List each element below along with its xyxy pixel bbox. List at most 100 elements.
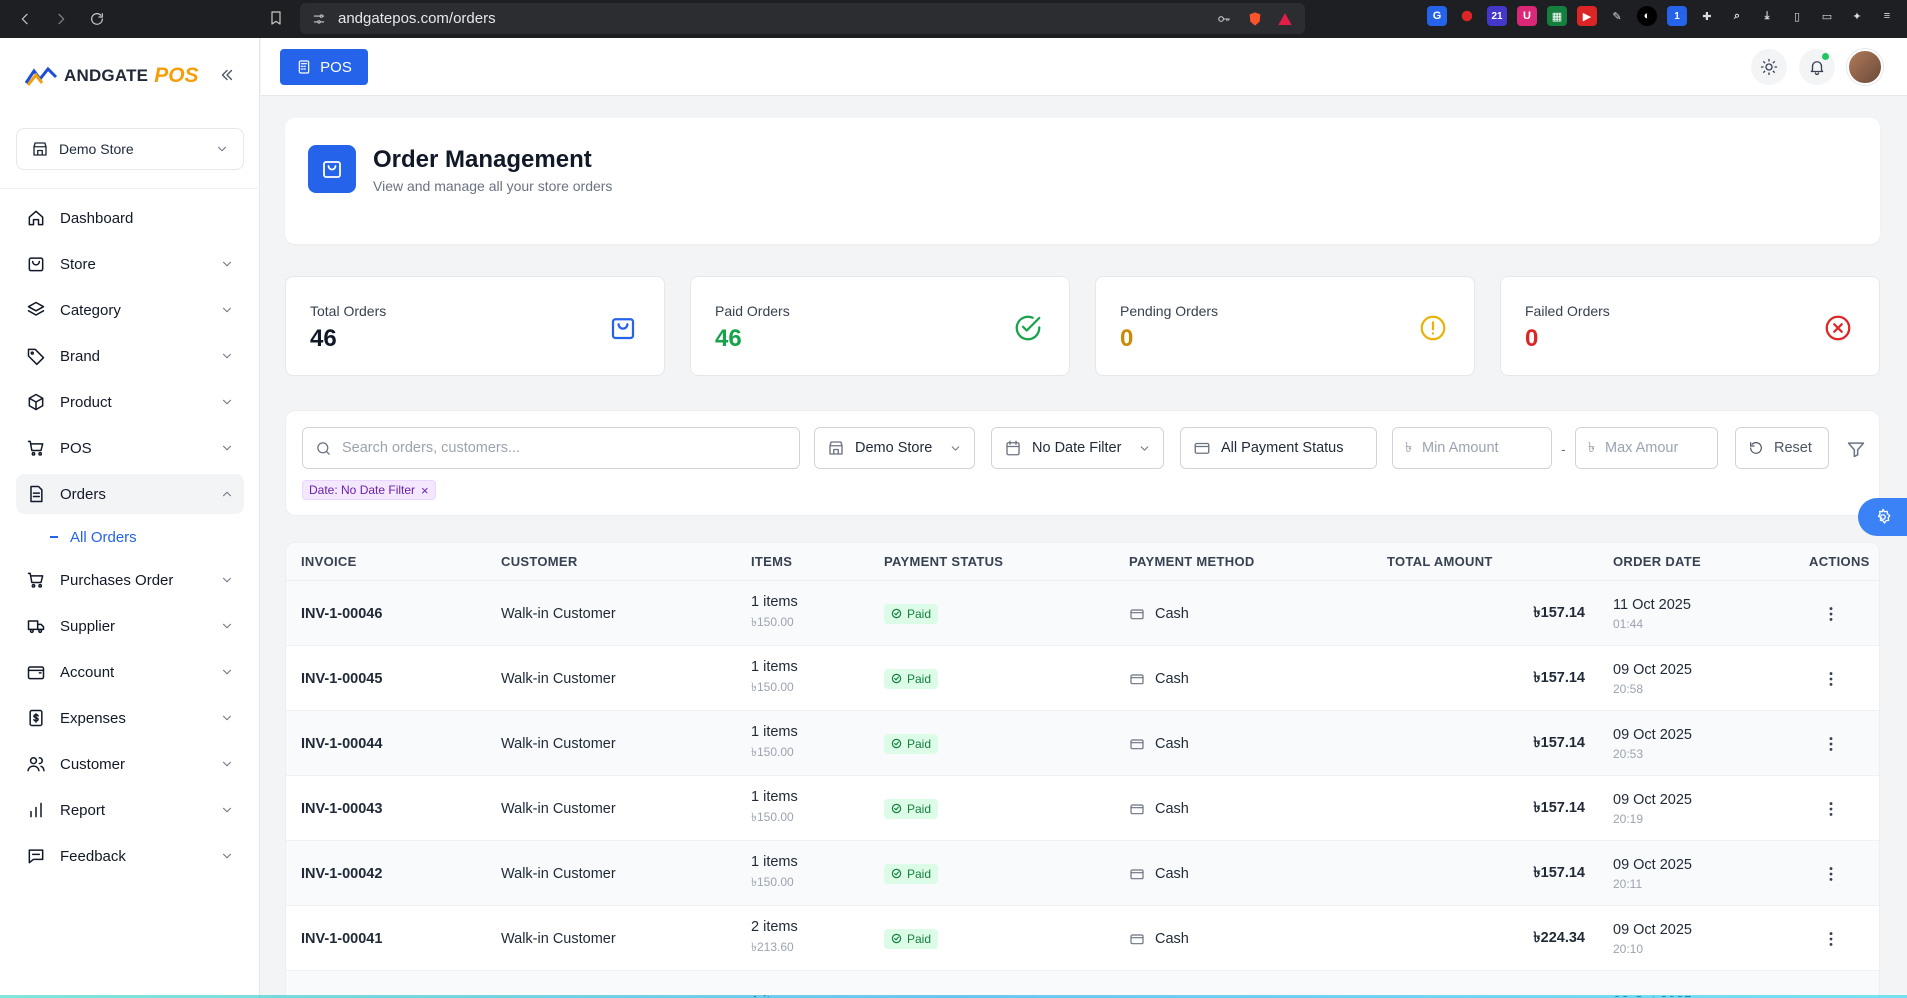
table-row[interactable]: INV-1-00044 Walk-in Customer 1 items ৳15… — [286, 711, 1879, 776]
customer-cell: Walk-in Customer — [501, 906, 616, 971]
download-icon[interactable]: ⤓ — [1757, 6, 1777, 26]
status-label: Paid — [907, 931, 932, 946]
document-icon — [26, 484, 46, 504]
forward-icon[interactable] — [50, 8, 72, 30]
column-header-payment-status[interactable]: PAYMENT STATUS — [884, 554, 1003, 569]
more-vertical-icon[interactable] — [1821, 734, 1841, 754]
app-logo[interactable]: ANDGATE POS — [24, 64, 199, 88]
status-badge: Paid — [884, 928, 939, 949]
column-header-order-date[interactable]: ORDER DATE — [1613, 554, 1701, 569]
sidebar-item-expenses[interactable]: Expenses — [16, 698, 244, 738]
store-filter-select[interactable]: Demo Store — [814, 427, 975, 469]
total-amount-cell: ৳157.14 — [1387, 711, 1585, 776]
notifications-button[interactable] — [1799, 49, 1835, 85]
bell-icon — [1808, 58, 1826, 76]
picker-extension-icon[interactable]: ✎ — [1607, 6, 1627, 26]
reset-button[interactable]: Reset — [1735, 427, 1829, 469]
theme-toggle-button[interactable] — [1751, 49, 1787, 85]
stat-value: 46 — [310, 325, 337, 352]
screenshot-icon[interactable]: ⌕ — [1727, 6, 1747, 26]
sidebar-item-store[interactable]: Store — [16, 244, 244, 284]
sidebar-item-pos[interactable]: POS — [16, 428, 244, 468]
translate-extension-icon[interactable]: G — [1427, 6, 1447, 26]
bookmark-icon[interactable] — [268, 9, 284, 27]
sidebar-item-supplier[interactable]: Supplier — [16, 606, 244, 646]
payment-method-cell: Cash — [1129, 646, 1189, 711]
sidebar-toggle-icon[interactable]: ▯ — [1787, 6, 1807, 26]
sheet-extension-icon[interactable]: ▦ — [1547, 6, 1567, 26]
leo-ai-icon[interactable]: ✦ — [1847, 6, 1867, 26]
address-bar[interactable]: andgatepos.com/orders — [300, 3, 1305, 34]
sidebar-item-report[interactable]: Report — [16, 790, 244, 830]
sidebar-item-purchases-order[interactable]: Purchases Order — [16, 560, 244, 600]
table-row[interactable]: INV-1-00041 Walk-in Customer 2 items ৳21… — [286, 906, 1879, 971]
ublock-extension-icon[interactable]: U — [1517, 6, 1537, 26]
chip-close-icon[interactable]: × — [421, 483, 429, 498]
sidebar: ANDGATE POS Demo Store Dashboard Store C… — [0, 38, 260, 998]
invoice-cell[interactable]: INV-1-00046 — [301, 581, 382, 646]
more-vertical-icon[interactable] — [1821, 604, 1841, 624]
floating-settings-button[interactable] — [1858, 498, 1907, 536]
invoice-cell[interactable]: INV-1-00042 — [301, 841, 382, 906]
invoice-cell[interactable]: INV-1-00041 — [301, 906, 382, 971]
brave-shield-icon[interactable] — [1247, 10, 1263, 28]
filter-icon[interactable] — [1846, 439, 1866, 459]
wallet-icon[interactable]: ▭ — [1817, 6, 1837, 26]
table-row[interactable]: INV-1-00045 Walk-in Customer 1 items ৳15… — [286, 646, 1879, 711]
more-vertical-icon[interactable] — [1821, 669, 1841, 689]
more-vertical-icon[interactable] — [1821, 799, 1841, 819]
sidebar-item-category[interactable]: Category — [16, 290, 244, 330]
back-icon[interactable] — [14, 8, 36, 30]
store-selector[interactable]: Demo Store — [16, 128, 244, 170]
youtube-extension-icon[interactable]: ▶ — [1577, 6, 1597, 26]
reload-icon[interactable] — [86, 8, 108, 30]
min-amount-input[interactable]: ৳ Min Amount — [1392, 427, 1552, 469]
max-amount-input[interactable]: ৳ Max Amour — [1575, 427, 1718, 469]
sidebar-item-dashboard[interactable]: Dashboard — [16, 198, 244, 238]
table-row[interactable]: INV-1-00046 Walk-in Customer 1 items ৳15… — [286, 581, 1879, 646]
extension-badge-icon[interactable]: 21 — [1487, 6, 1507, 26]
payment-status-select[interactable]: All Payment Status — [1180, 427, 1377, 469]
user-avatar[interactable] — [1847, 49, 1883, 85]
column-header-customer[interactable]: CUSTOMER — [501, 554, 578, 569]
column-header-total-amount[interactable]: TOTAL AMOUNT — [1387, 554, 1493, 569]
invoice-cell[interactable]: INV-1-00044 — [301, 711, 382, 776]
stats-row: Total Orders 46 Paid Orders 46 Pending O… — [285, 276, 1880, 376]
table-row[interactable]: INV-1-00043 Walk-in Customer 1 items ৳15… — [286, 776, 1879, 841]
invoice-cell[interactable]: INV-1-00045 — [301, 646, 382, 711]
customer-cell: Walk-in Customer — [501, 841, 616, 906]
more-vertical-icon[interactable] — [1821, 929, 1841, 949]
more-vertical-icon[interactable] — [1821, 864, 1841, 884]
sidebar-item-customer[interactable]: Customer — [16, 744, 244, 784]
date-filter-select[interactable]: No Date Filter — [991, 427, 1164, 469]
sidebar-item-brand[interactable]: Brand — [16, 336, 244, 376]
brave-rewards-icon[interactable] — [1277, 11, 1293, 27]
sidebar-item-product[interactable]: Product — [16, 382, 244, 422]
sidebar-subitem-all-orders[interactable]: All Orders — [16, 520, 244, 554]
home-icon — [26, 208, 46, 228]
record-extension-icon[interactable] — [1457, 6, 1477, 26]
table-row[interactable]: 1 items 09 Oct 2025 — [286, 971, 1879, 997]
total-amount: ৳157.14 — [1533, 864, 1585, 881]
key-icon[interactable] — [1215, 12, 1233, 26]
column-header-payment-method[interactable]: PAYMENT METHOD — [1129, 554, 1255, 569]
puzzle-icon[interactable]: ✚ — [1697, 6, 1717, 26]
dev-extension-icon[interactable]: 1 — [1667, 6, 1687, 26]
orders-table: INVOICE CUSTOMER ITEMS PAYMENT STATUS PA… — [285, 542, 1880, 998]
menu-icon[interactable]: ≡ — [1877, 6, 1897, 26]
payment-status-cell: Paid — [884, 711, 939, 776]
pos-button[interactable]: POS — [280, 49, 368, 85]
collapse-sidebar-icon[interactable] — [218, 66, 236, 84]
sidebar-item-orders[interactable]: Orders — [16, 474, 244, 514]
sidebar-item-label: Category — [60, 301, 121, 319]
column-header-invoice[interactable]: INVOICE — [301, 554, 357, 569]
credit-card-icon — [1129, 801, 1145, 817]
search-input[interactable]: Search orders, customers... — [302, 427, 800, 469]
ai-extension-icon[interactable]: ◐ — [1637, 6, 1657, 26]
site-settings-icon[interactable] — [312, 12, 326, 26]
sidebar-item-feedback[interactable]: Feedback — [16, 836, 244, 876]
column-header-items[interactable]: ITEMS — [751, 554, 792, 569]
table-row[interactable]: INV-1-00042 Walk-in Customer 1 items ৳15… — [286, 841, 1879, 906]
sidebar-item-account[interactable]: Account — [16, 652, 244, 692]
invoice-cell[interactable]: INV-1-00043 — [301, 776, 382, 841]
